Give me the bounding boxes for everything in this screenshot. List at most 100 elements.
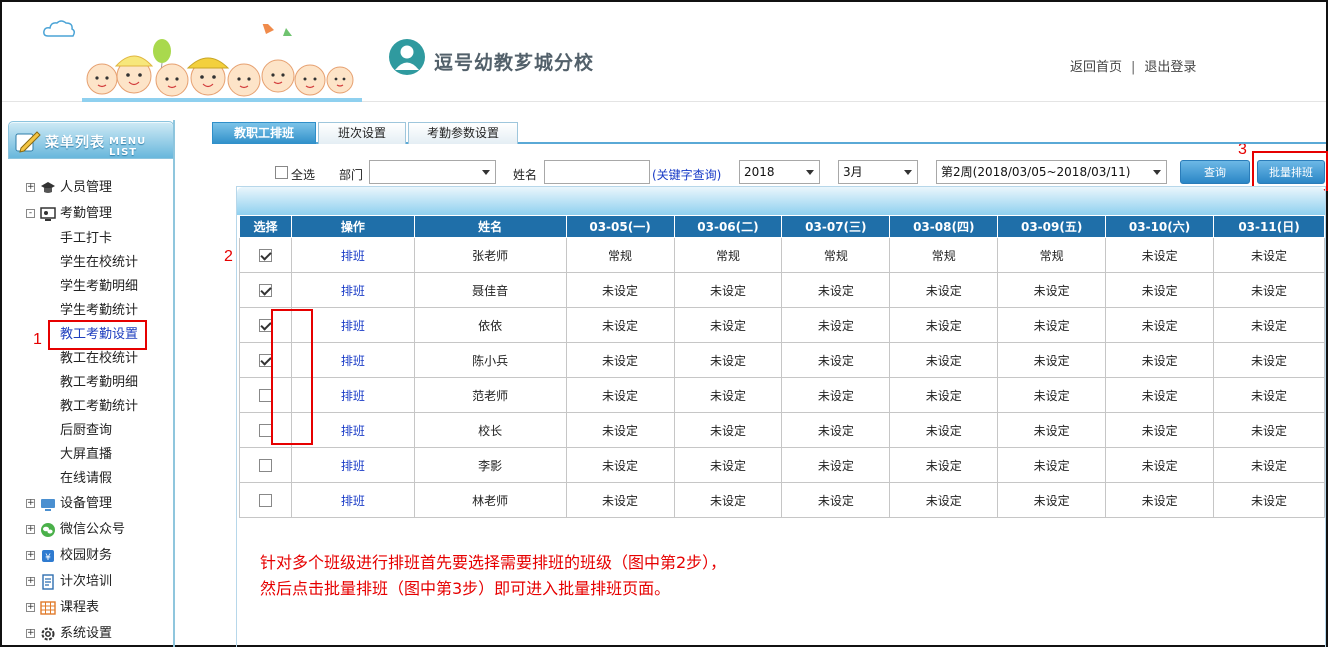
kids-banner-logo	[82, 24, 362, 102]
row-select-cell[interactable]	[239, 272, 292, 308]
row-checkbox[interactable]	[258, 494, 272, 507]
tab-attendance-params[interactable]: 考勤参数设置	[408, 122, 518, 144]
sidebar: 菜单列表 MENU LIST + 人员管理 - 考勤管理 手工打卡 学生在校统计…	[4, 120, 175, 647]
home-link[interactable]: 返回首页	[1070, 56, 1122, 75]
day-shift-cell: 未设定	[1213, 447, 1325, 483]
sub-item-staff-attendance-stats[interactable]: 教工考勤统计	[26, 395, 174, 419]
day-shift-cell: 未设定	[997, 412, 1107, 448]
col-header-name: 姓名	[413, 215, 567, 238]
day-shift-cell: 未设定	[997, 377, 1107, 413]
day-shift-cell: 未设定	[781, 342, 891, 378]
name-input[interactable]	[544, 160, 650, 184]
day-shift-cell: 未设定	[1105, 237, 1215, 273]
schedule-link[interactable]: 排班	[290, 272, 415, 308]
table-row: 排班 陈小兵 未设定 未设定 未设定 未设定 未设定 未设定 未设定	[239, 342, 1325, 378]
expand-icon[interactable]: +	[26, 525, 35, 534]
expand-icon[interactable]: +	[26, 499, 35, 508]
sub-item-online-leave[interactable]: 在线请假	[26, 467, 174, 491]
day-shift-cell: 未设定	[889, 412, 999, 448]
sub-item-staff-presence[interactable]: 教工在校统计	[26, 347, 174, 371]
highlight-box-step1	[48, 320, 147, 350]
dept-label: 部门	[339, 168, 364, 182]
day-shift-cell: 未设定	[781, 447, 891, 483]
sidebar-item-attendance[interactable]: - 考勤管理	[26, 201, 174, 227]
sidebar-item-label: 考勤管理	[60, 206, 113, 221]
dept-select[interactable]	[369, 160, 496, 184]
expand-icon[interactable]: +	[26, 183, 35, 192]
day-shift-cell: 未设定	[1105, 377, 1215, 413]
tab-shift-settings[interactable]: 班次设置	[318, 122, 406, 144]
week-select[interactable]: 第2周(2018/03/05~2018/03/11)	[936, 160, 1167, 184]
finance-icon: ¥	[42, 550, 54, 563]
row-select-cell[interactable]	[239, 237, 292, 273]
sidebar-item-label: 校园财务	[60, 548, 113, 563]
sub-item-manual-punch[interactable]: 手工打卡	[26, 227, 174, 251]
day-shift-cell: 未设定	[1213, 307, 1325, 343]
day-shift-cell: 未设定	[889, 482, 999, 518]
day-shift-cell: 未设定	[1213, 482, 1325, 518]
menu-title: 菜单列表	[45, 135, 105, 151]
sidebar-item-staff[interactable]: + 人员管理	[26, 175, 174, 201]
day-shift-cell: 常规	[997, 237, 1107, 273]
app-window: 逗号幼教芗城分校 返回首页 | 退出登录 菜单列表 MENU LIST + 人员管理…	[0, 0, 1328, 647]
row-checkbox[interactable]	[258, 284, 272, 297]
logout-link[interactable]: 退出登录	[1144, 56, 1196, 75]
day-shift-cell: 未设定	[1105, 412, 1215, 448]
day-shift-cell: 未设定	[997, 447, 1107, 483]
step-1-marker: 1	[33, 331, 42, 348]
day-shift-cell: 未设定	[889, 447, 999, 483]
schedule-link[interactable]: 排班	[290, 482, 415, 518]
day-shift-cell: 未设定	[673, 272, 783, 308]
row-checkbox[interactable]	[258, 459, 272, 472]
expand-icon[interactable]: +	[26, 577, 35, 586]
staff-name: 李影	[413, 447, 567, 483]
sidebar-item-timetable[interactable]: + 课程表	[26, 595, 174, 621]
expand-icon[interactable]: +	[26, 603, 35, 612]
day-shift-cell: 未设定	[997, 272, 1107, 308]
staff-name: 聂佳音	[413, 272, 567, 308]
schedule-link[interactable]: 排班	[290, 237, 415, 273]
highlight-box-step3	[1252, 151, 1328, 191]
chevron-down-icon	[904, 170, 912, 175]
row-select-cell[interactable]	[239, 482, 292, 518]
sidebar-item-finance[interactable]: + ¥ 校园财务	[26, 543, 174, 569]
collapse-icon[interactable]: -	[26, 209, 35, 218]
day-shift-cell: 未设定	[565, 412, 675, 448]
month-select[interactable]: 3月	[838, 160, 918, 184]
chevron-down-icon	[1153, 170, 1161, 175]
staff-name: 陈小兵	[413, 342, 567, 378]
table-row: 排班 张老师 常规 常规 常规 常规 常规 未设定 未设定	[239, 237, 1325, 273]
expand-icon[interactable]: +	[26, 629, 35, 638]
sub-item-student-presence[interactable]: 学生在校统计	[26, 251, 174, 275]
sub-item-staff-attendance-settings[interactable]: 教工考勤设置	[26, 320, 174, 350]
sub-item-staff-attendance-detail[interactable]: 教工考勤明细	[26, 371, 174, 395]
staff-name: 林老师	[413, 482, 567, 518]
day-shift-cell: 未设定	[565, 377, 675, 413]
day-shift-cell: 未设定	[889, 272, 999, 308]
sub-item-student-attendance-detail[interactable]: 学生考勤明细	[26, 275, 174, 299]
select-all-checkbox[interactable]	[275, 165, 288, 179]
school-name: 逗号幼教芗城分校	[434, 52, 595, 74]
sidebar-item-system-settings[interactable]: + 系统设置	[26, 621, 174, 647]
sidebar-item-label: 设备管理	[60, 496, 113, 511]
menu-header: 菜单列表 MENU LIST	[8, 121, 174, 159]
panel-header	[237, 187, 1325, 215]
row-select-cell[interactable]	[239, 447, 292, 483]
cloud-icon	[43, 20, 76, 37]
tab-staff-scheduling[interactable]: 教职工排班	[212, 122, 316, 144]
sub-item-big-screen-live[interactable]: 大屏直播	[26, 443, 174, 467]
sidebar-item-training[interactable]: + 计次培训	[26, 569, 174, 595]
row-checkbox[interactable]	[258, 249, 272, 262]
sidebar-item-wechat[interactable]: + 微信公众号	[26, 517, 174, 543]
schedule-link[interactable]: 排班	[290, 447, 415, 483]
schedule-table: 选择 操作 姓名 03-05(一) 03-06(二) 03-07(三) 03-0…	[239, 215, 1325, 518]
sidebar-item-devices[interactable]: + 设备管理	[26, 491, 174, 517]
year-select[interactable]: 2018	[739, 160, 820, 184]
day-shift-cell: 未设定	[1213, 237, 1325, 273]
chevron-down-icon	[806, 170, 814, 175]
expand-icon[interactable]: +	[26, 551, 35, 560]
day-shift-cell: 未设定	[673, 412, 783, 448]
query-button[interactable]: 查询	[1180, 160, 1250, 184]
sub-item-kitchen-query[interactable]: 后厨查询	[26, 419, 174, 443]
day-shift-cell: 未设定	[889, 342, 999, 378]
